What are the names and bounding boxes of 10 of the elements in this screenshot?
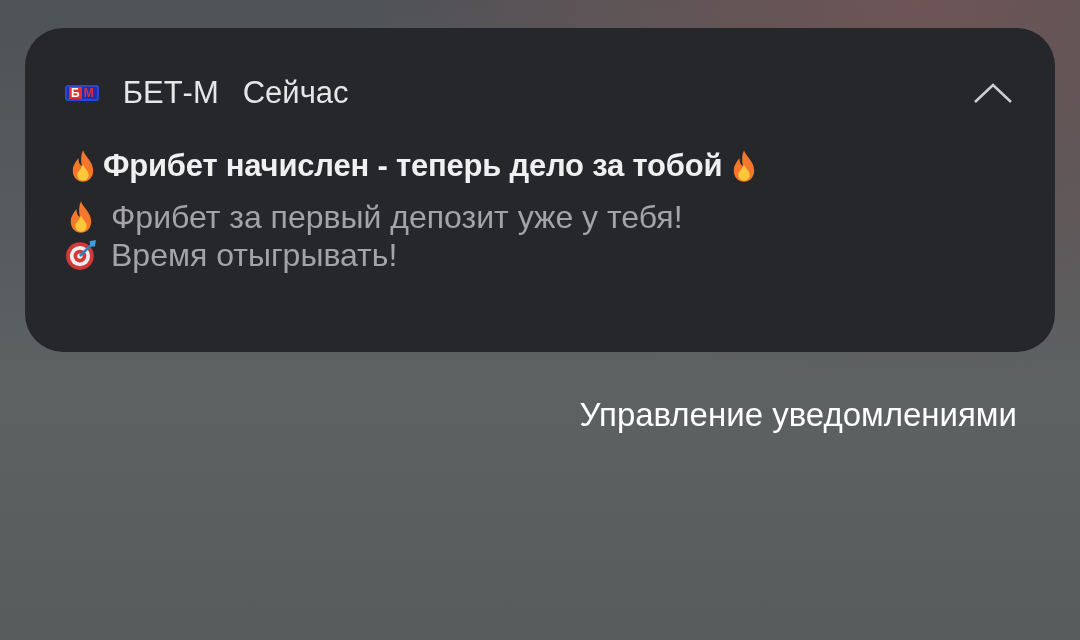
app-logo: Б М	[65, 85, 99, 101]
notification-title: Фрибет начислен - теперь дело за тобой	[103, 148, 723, 184]
manage-notifications-link[interactable]: Управление уведомлениями	[579, 396, 1017, 434]
notification-time: Сейчас	[242, 75, 349, 111]
notification-text: Время отыгрывать!	[111, 236, 398, 274]
collapse-icon[interactable]	[973, 82, 1013, 104]
target-icon	[65, 238, 97, 272]
app-name: БЕТ-М	[122, 75, 219, 111]
notification-text: Фрибет за первый депозит уже у тебя!	[111, 198, 683, 236]
notification-card[interactable]: Б М БЕТ-М Сейчас Фрибет начислен - теперь дело за тобой Фрибет за первый депозит уже у тебя! Время отыгрывать!	[25, 28, 1055, 352]
